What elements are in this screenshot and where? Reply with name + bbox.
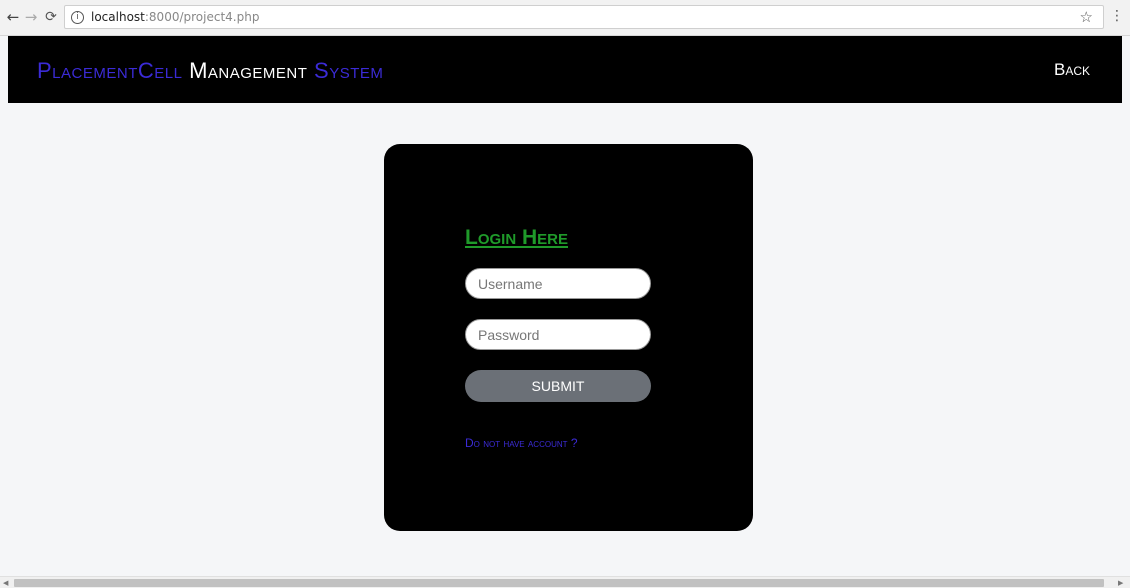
url-text[interactable]: localhost:8000/project4.php	[91, 10, 259, 24]
info-icon[interactable]: i	[71, 11, 84, 24]
address-bar[interactable]: i localhost:8000/project4.php ☆	[64, 5, 1104, 29]
url-path: :8000/project4.php	[144, 10, 260, 24]
arrow-left-icon[interactable]: ←	[4, 8, 22, 26]
login-card: Login Here SUBMIT Do not have account ?	[384, 144, 753, 531]
browser-toolbar: ← → ⟳ i localhost:8000/project4.php ☆ ⋮	[0, 0, 1130, 36]
register-link[interactable]: Do not have account ?	[465, 436, 578, 450]
scrollbar-thumb[interactable]	[14, 579, 1104, 587]
back-link[interactable]: Back	[1054, 60, 1090, 80]
app-header: PlacementCell Management System Back	[8, 36, 1122, 103]
scroll-right-arrow-icon[interactable]: ▶	[1118, 579, 1123, 587]
submit-button[interactable]: SUBMIT	[465, 370, 651, 402]
star-icon[interactable]: ☆	[1080, 8, 1093, 26]
login-title: Login Here	[465, 226, 569, 249]
url-host: localhost	[91, 10, 145, 24]
password-input[interactable]	[465, 319, 651, 350]
brand-title: PlacementCell Management System	[37, 58, 383, 84]
kebab-menu-icon[interactable]: ⋮	[1110, 8, 1124, 24]
username-input[interactable]	[465, 268, 651, 299]
brand-part-placementcell: PlacementCell	[37, 58, 183, 83]
arrow-right-icon[interactable]: →	[22, 8, 40, 26]
scroll-left-arrow-icon[interactable]: ◀	[3, 579, 8, 587]
reload-icon[interactable]: ⟳	[42, 8, 60, 26]
horizontal-scrollbar[interactable]: ◀ ▶	[0, 576, 1130, 588]
brand-part-management: Management	[189, 58, 308, 83]
brand-part-system: System	[314, 58, 384, 83]
